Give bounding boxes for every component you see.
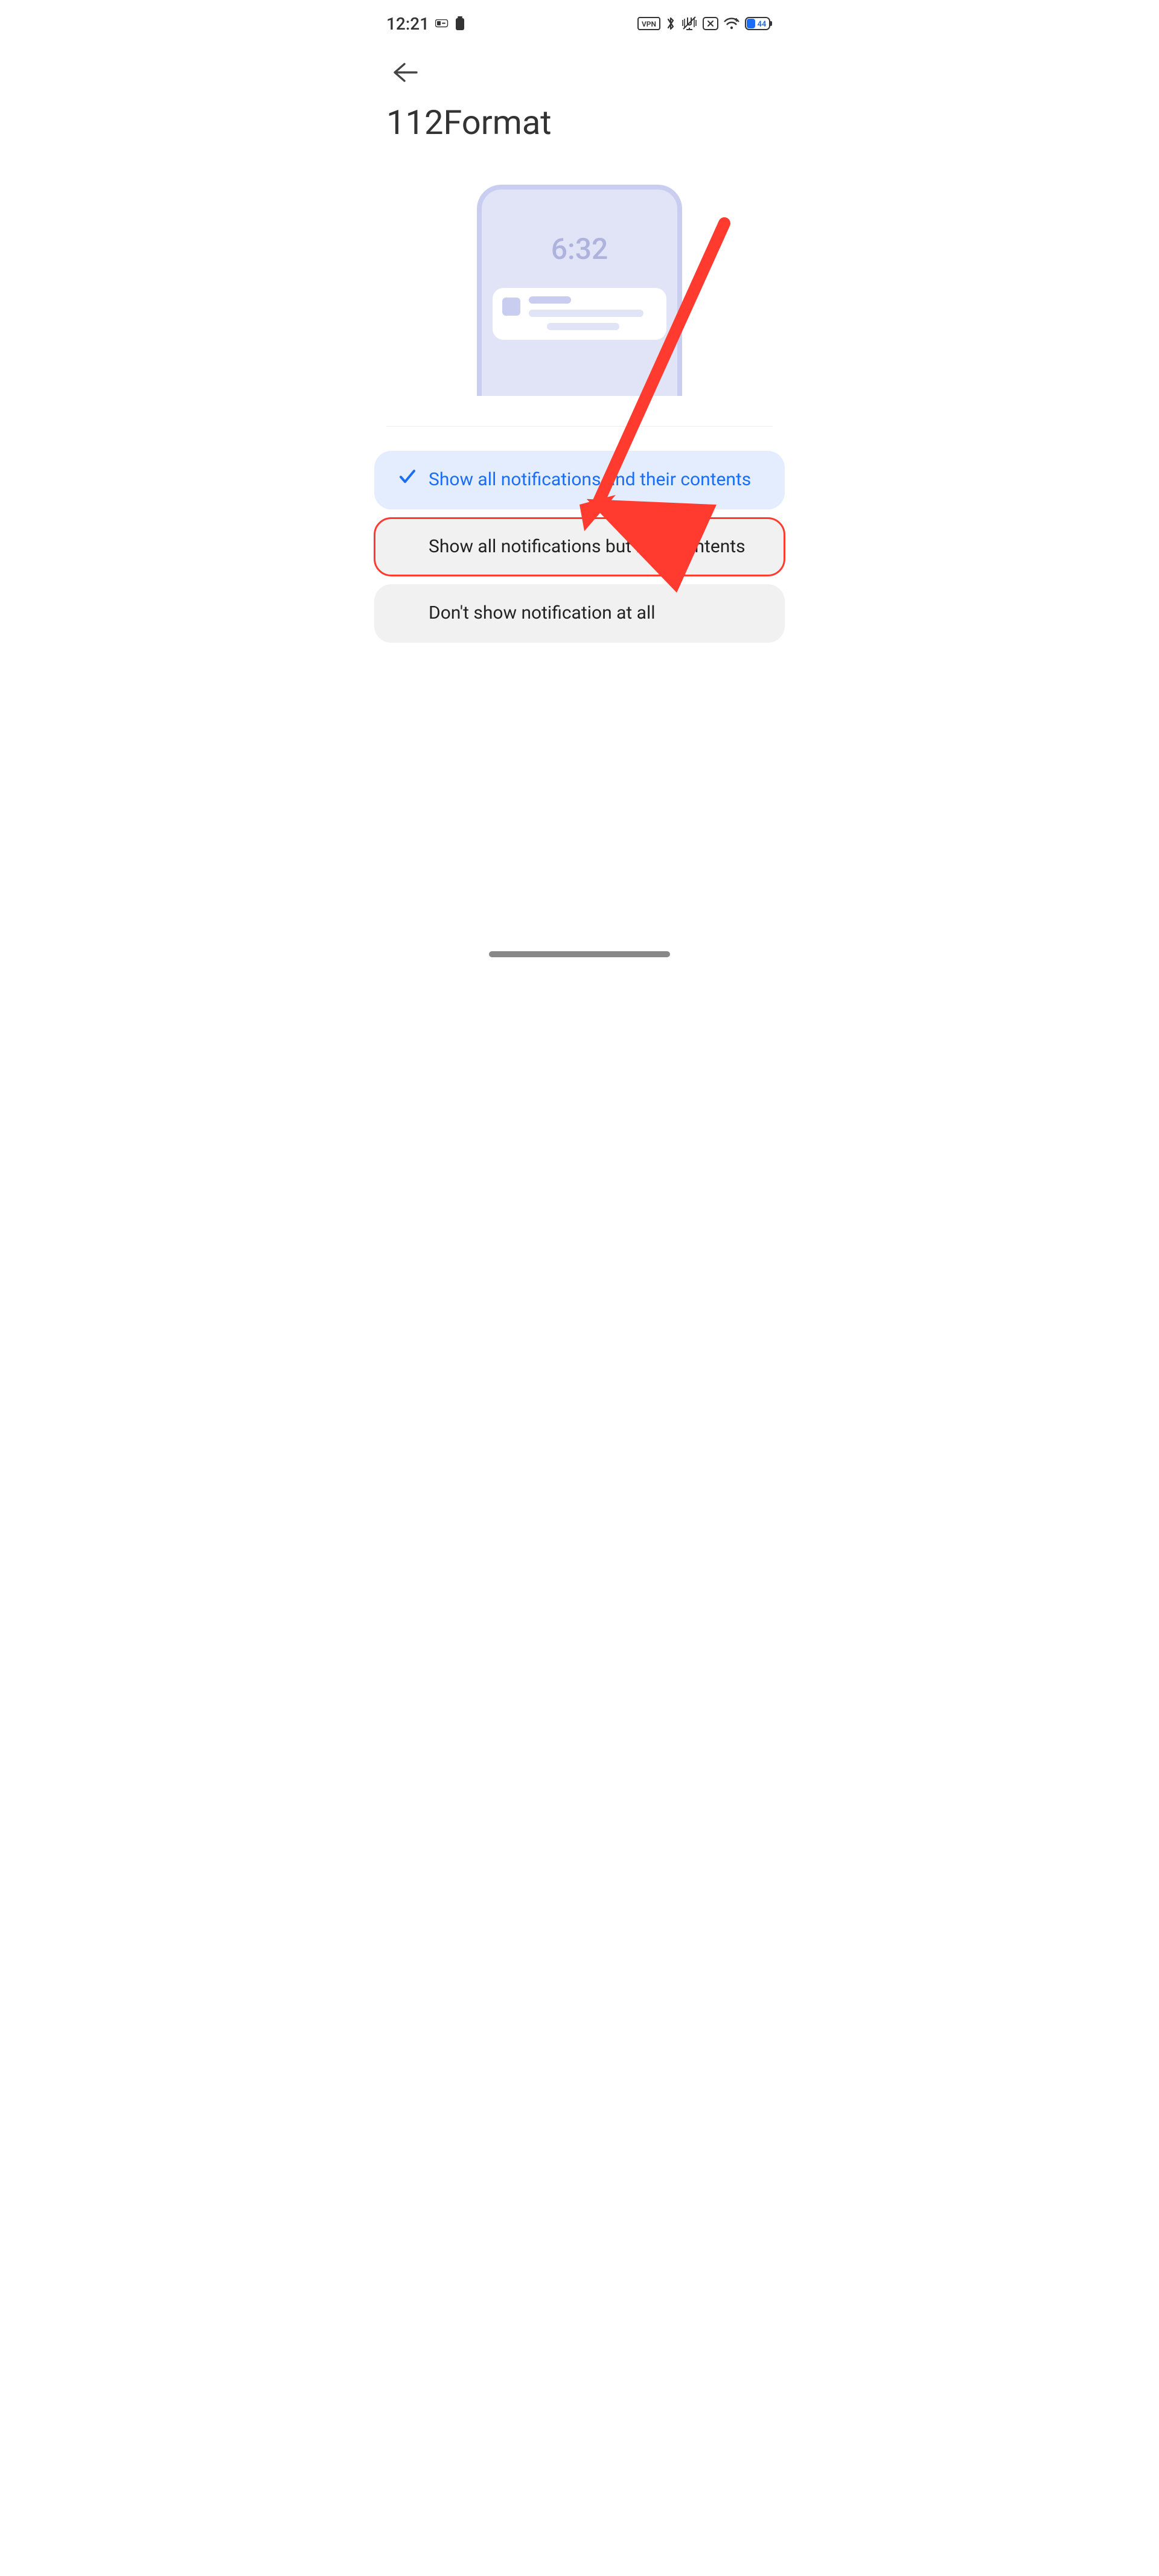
- status-time: 12:21: [386, 14, 429, 34]
- preview-notification-lines: [529, 296, 657, 330]
- option-label: Don't show notification at all: [429, 602, 656, 623]
- preview-line: [547, 323, 619, 330]
- check-icon: [398, 468, 417, 493]
- vibrate-icon: [681, 16, 698, 31]
- preview-line: [529, 310, 643, 317]
- page-title: 112Format: [362, 97, 797, 167]
- battery-small-icon: [455, 16, 465, 31]
- option-label: Show all notifications and their content…: [429, 469, 751, 490]
- option-dont-show[interactable]: Don't show notification at all: [374, 584, 785, 643]
- back-button[interactable]: [386, 54, 423, 91]
- status-small-icon-1: [435, 19, 449, 28]
- back-row: [362, 36, 797, 97]
- close-box-icon: [703, 17, 718, 30]
- preview-clock: 6:32: [482, 232, 677, 266]
- phone-frame: 6:32: [477, 185, 682, 396]
- option-label: Show all notifications but hide contents: [429, 536, 746, 557]
- option-show-all-contents[interactable]: Show all notifications and their content…: [374, 451, 785, 509]
- preview-notification-icon: [502, 298, 520, 316]
- bluetooth-icon: [665, 16, 676, 31]
- wifi-icon: [723, 17, 740, 30]
- svg-text:VPN: VPN: [642, 20, 656, 28]
- option-hide-contents[interactable]: Show all notifications but hide contents: [374, 518, 785, 576]
- status-right: VPN 44: [637, 16, 773, 31]
- status-bar: 12:21 VPN 44: [362, 0, 797, 36]
- home-indicator[interactable]: [489, 951, 670, 957]
- battery-percent-text: 44: [758, 20, 767, 29]
- battery-icon: 44: [745, 16, 773, 31]
- preview-line: [529, 296, 571, 304]
- lockscreen-preview: 6:32: [362, 167, 797, 396]
- arrow-left-icon: [391, 62, 418, 83]
- options-list: Show all notifications and their content…: [362, 427, 797, 643]
- preview-notification-card: [493, 288, 666, 340]
- status-left: 12:21: [386, 14, 465, 34]
- vpn-icon: VPN: [637, 17, 660, 30]
